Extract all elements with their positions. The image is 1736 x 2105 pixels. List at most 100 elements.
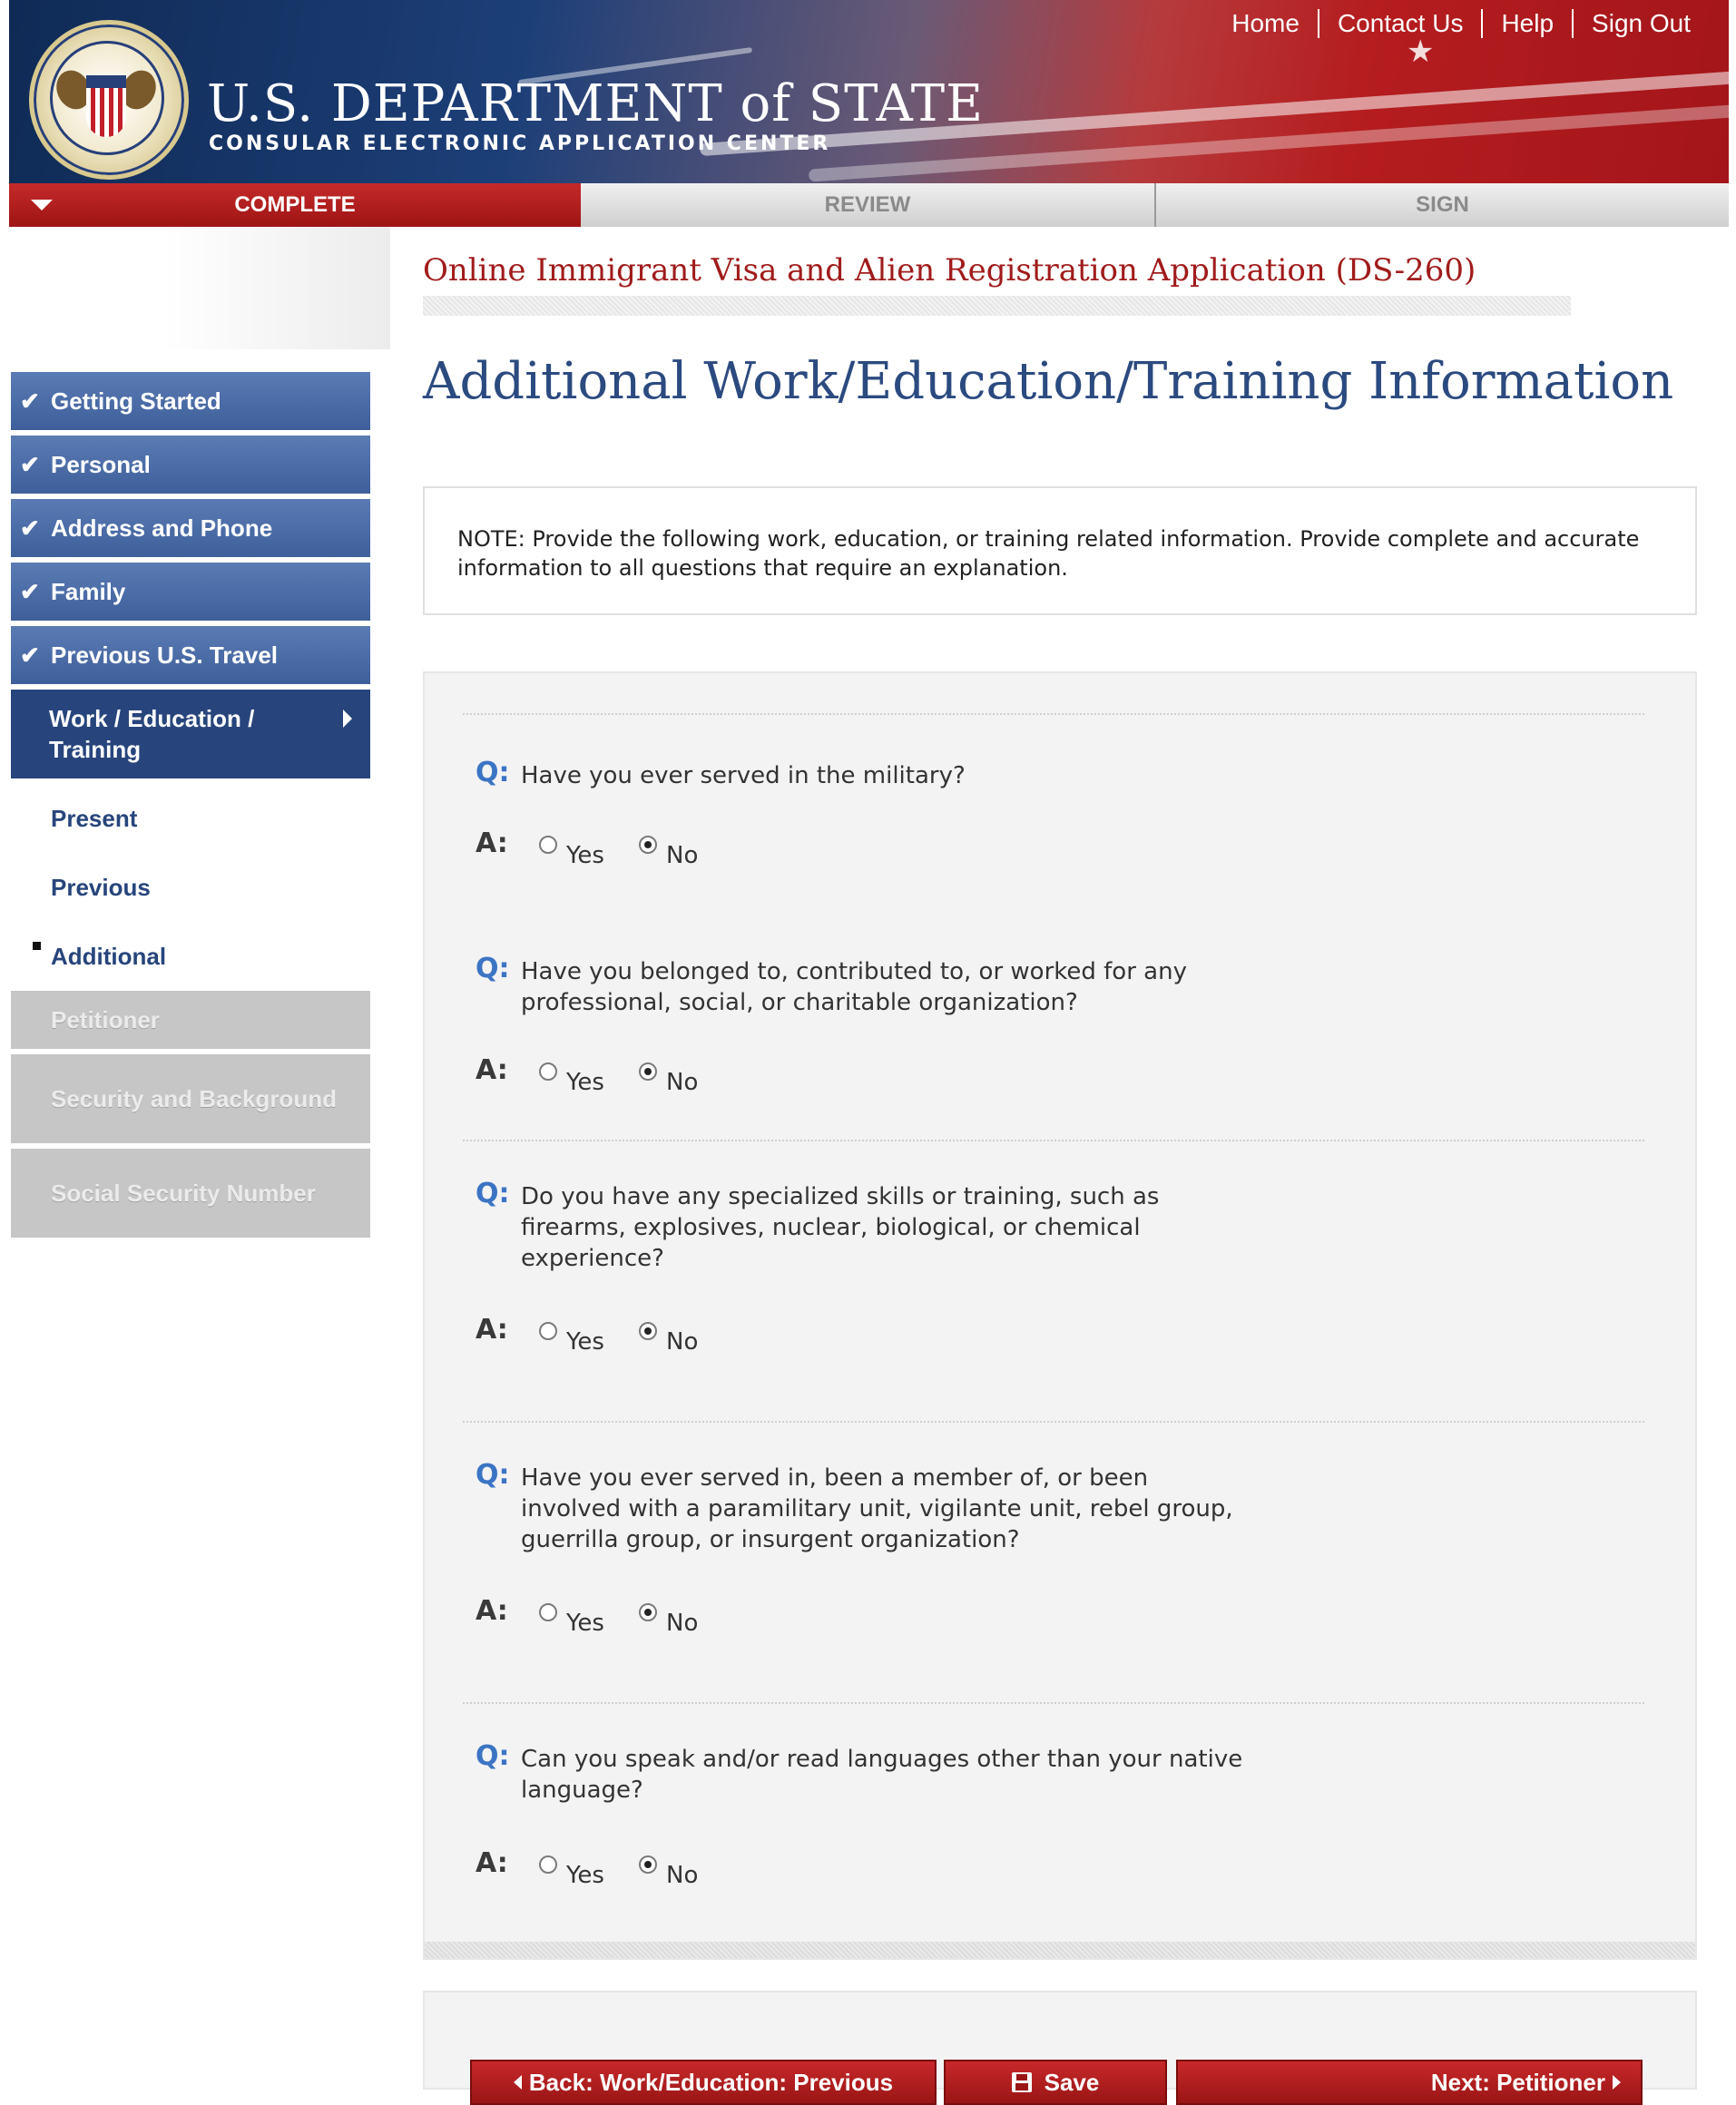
sidebar-item-petitioner: Petitioner: [11, 991, 370, 1049]
radio-button[interactable]: [639, 1062, 657, 1081]
sidebar-item-address-and-phone[interactable]: ✔ Address and Phone: [11, 499, 370, 557]
radio-button[interactable]: [539, 1603, 557, 1621]
caret-down-icon: [31, 200, 53, 210]
radio-label: Yes: [566, 1862, 604, 1889]
sidebar-item-label: Address and Phone: [51, 514, 273, 542]
question-5-no-radio[interactable]: No: [639, 1855, 698, 1889]
sidebar-subitem-label: Present: [51, 804, 138, 832]
dotted-divider: [463, 713, 1644, 715]
next-button-label: Next: Petitioner: [1430, 2068, 1605, 2096]
department-of-state-seal-icon: [29, 20, 189, 180]
top-nav: Home Contact Us Help Sign Out: [1213, 9, 1709, 38]
sign-out-link[interactable]: Sign Out: [1574, 9, 1709, 38]
question-2-no-radio[interactable]: No: [639, 1062, 698, 1096]
radio-label: No: [666, 1862, 699, 1889]
sidebar-item-previous-us-travel[interactable]: ✔ Previous U.S. Travel: [11, 626, 370, 684]
sidebar-item-label: Petitioner: [51, 1005, 160, 1033]
sidebar-subitem-present[interactable]: Present: [11, 784, 370, 853]
answer-label: A:: [476, 827, 508, 859]
save-button-label: Save: [1044, 2068, 1100, 2096]
answer-label: A:: [476, 1847, 508, 1879]
question-text: Have you ever served in the military?: [521, 762, 966, 789]
question-1-no-radio[interactable]: No: [639, 836, 698, 869]
radio-label: Yes: [566, 1328, 604, 1356]
check-icon: ✔: [20, 450, 40, 478]
brand-subtitle: CONSULAR ELECTRONIC APPLICATION CENTER: [209, 132, 831, 155]
check-icon: ✔: [20, 577, 40, 605]
radio-button[interactable]: [539, 836, 557, 854]
question-text: Have you belonged to, contributed to, or…: [521, 958, 1187, 1016]
sidebar-item-family[interactable]: ✔ Family: [11, 563, 370, 621]
brand-title: U.S. DEPARTMENT of STATE: [207, 74, 984, 133]
step-complete[interactable]: COMPLETE: [9, 183, 581, 227]
sidebar-subitem-label: Previous: [51, 873, 151, 901]
arrow-right-icon: [1613, 2075, 1621, 2090]
next-button[interactable]: Next: Petitioner: [1176, 2060, 1643, 2105]
step-review: REVIEW: [581, 183, 1156, 227]
sidebar-item-getting-started[interactable]: ✔ Getting Started: [11, 372, 370, 430]
progress-steps: COMPLETE REVIEW SIGN: [9, 183, 1729, 227]
question-2-yes-radio[interactable]: Yes: [539, 1062, 604, 1096]
radio-button[interactable]: [539, 1062, 557, 1081]
back-button[interactable]: Back: Work/Education: Previous: [470, 2060, 937, 2105]
question-label: Q:: [476, 1178, 510, 1209]
sidebar-item-work-education-training[interactable]: Work / Education / Training: [11, 690, 370, 778]
title-divider: [423, 296, 1571, 316]
question-text: Do you have any specialized skills or tr…: [521, 1183, 1160, 1272]
radio-label: Yes: [566, 842, 604, 869]
question-text: Can you speak and/or read languages othe…: [521, 1746, 1243, 1804]
question-1-yes-radio[interactable]: Yes: [539, 836, 604, 869]
dotted-divider: [463, 1140, 1644, 1141]
back-button-label: Back: Work/Education: Previous: [528, 2068, 894, 2096]
sidebar-item-label: Work / Education / Training: [49, 705, 255, 763]
question-4-yes-radio[interactable]: Yes: [539, 1603, 604, 1637]
current-bullet-icon: [33, 942, 41, 950]
sidebar-item-label: Security and Background: [51, 1085, 337, 1112]
save-button[interactable]: Save: [944, 2060, 1167, 2105]
sidebar-subitem-additional[interactable]: Additional: [11, 922, 370, 991]
radio-button[interactable]: [639, 836, 657, 854]
question-5-yes-radio[interactable]: Yes: [539, 1855, 604, 1889]
note-text: NOTE: Provide the following work, educat…: [457, 526, 1640, 581]
step-review-label: REVIEW: [824, 192, 911, 217]
sidebar-item-label: Getting Started: [51, 387, 221, 415]
help-link[interactable]: Help: [1483, 9, 1572, 38]
question-label: Q:: [476, 1459, 510, 1491]
question-4-no-radio[interactable]: No: [639, 1603, 698, 1637]
question-3-no-radio[interactable]: No: [639, 1322, 698, 1356]
dotted-divider: [463, 1702, 1644, 1704]
radio-label: Yes: [566, 1069, 604, 1096]
question-label: Q:: [476, 1740, 510, 1772]
radio-label: No: [666, 842, 699, 869]
sidebar-item-label: Social Security Number: [51, 1180, 316, 1207]
radio-label: No: [666, 1610, 699, 1637]
star-icon: ★: [1407, 34, 1435, 70]
panel-texture: [425, 1942, 1695, 1958]
check-icon: ✔: [20, 514, 40, 542]
sidebar-nav: ✔ Getting Started ✔ Personal ✔ Address a…: [11, 372, 370, 1243]
radio-button[interactable]: [539, 1855, 557, 1874]
dotted-divider: [463, 1421, 1644, 1423]
radio-label: No: [666, 1328, 699, 1356]
step-complete-label: COMPLETE: [234, 192, 356, 217]
step-sign: SIGN: [1156, 183, 1729, 227]
sidebar-item-personal[interactable]: ✔ Personal: [11, 436, 370, 494]
answer-label: A:: [476, 1314, 508, 1346]
check-icon: ✔: [20, 387, 40, 415]
home-link[interactable]: Home: [1213, 9, 1318, 38]
radio-button[interactable]: [539, 1322, 557, 1340]
step-sign-label: SIGN: [1416, 192, 1469, 217]
sidebar-subitem-label: Additional: [51, 942, 167, 970]
answer-label: A:: [476, 1595, 508, 1627]
question-3-yes-radio[interactable]: Yes: [539, 1322, 604, 1356]
contact-us-link[interactable]: Contact Us: [1319, 9, 1482, 38]
sidebar-subitem-previous[interactable]: Previous: [11, 853, 370, 922]
radio-button[interactable]: [639, 1855, 657, 1874]
radio-button[interactable]: [639, 1603, 657, 1621]
check-icon: ✔: [20, 641, 40, 669]
radio-button[interactable]: [639, 1322, 657, 1340]
site-header: ★ U.S. DEPARTMENT of STATE CONSULAR ELEC…: [9, 0, 1729, 183]
arrow-right-icon: [343, 710, 352, 728]
question-label: Q:: [476, 757, 510, 788]
sidebar-item-social-security-number: Social Security Number: [11, 1149, 370, 1238]
